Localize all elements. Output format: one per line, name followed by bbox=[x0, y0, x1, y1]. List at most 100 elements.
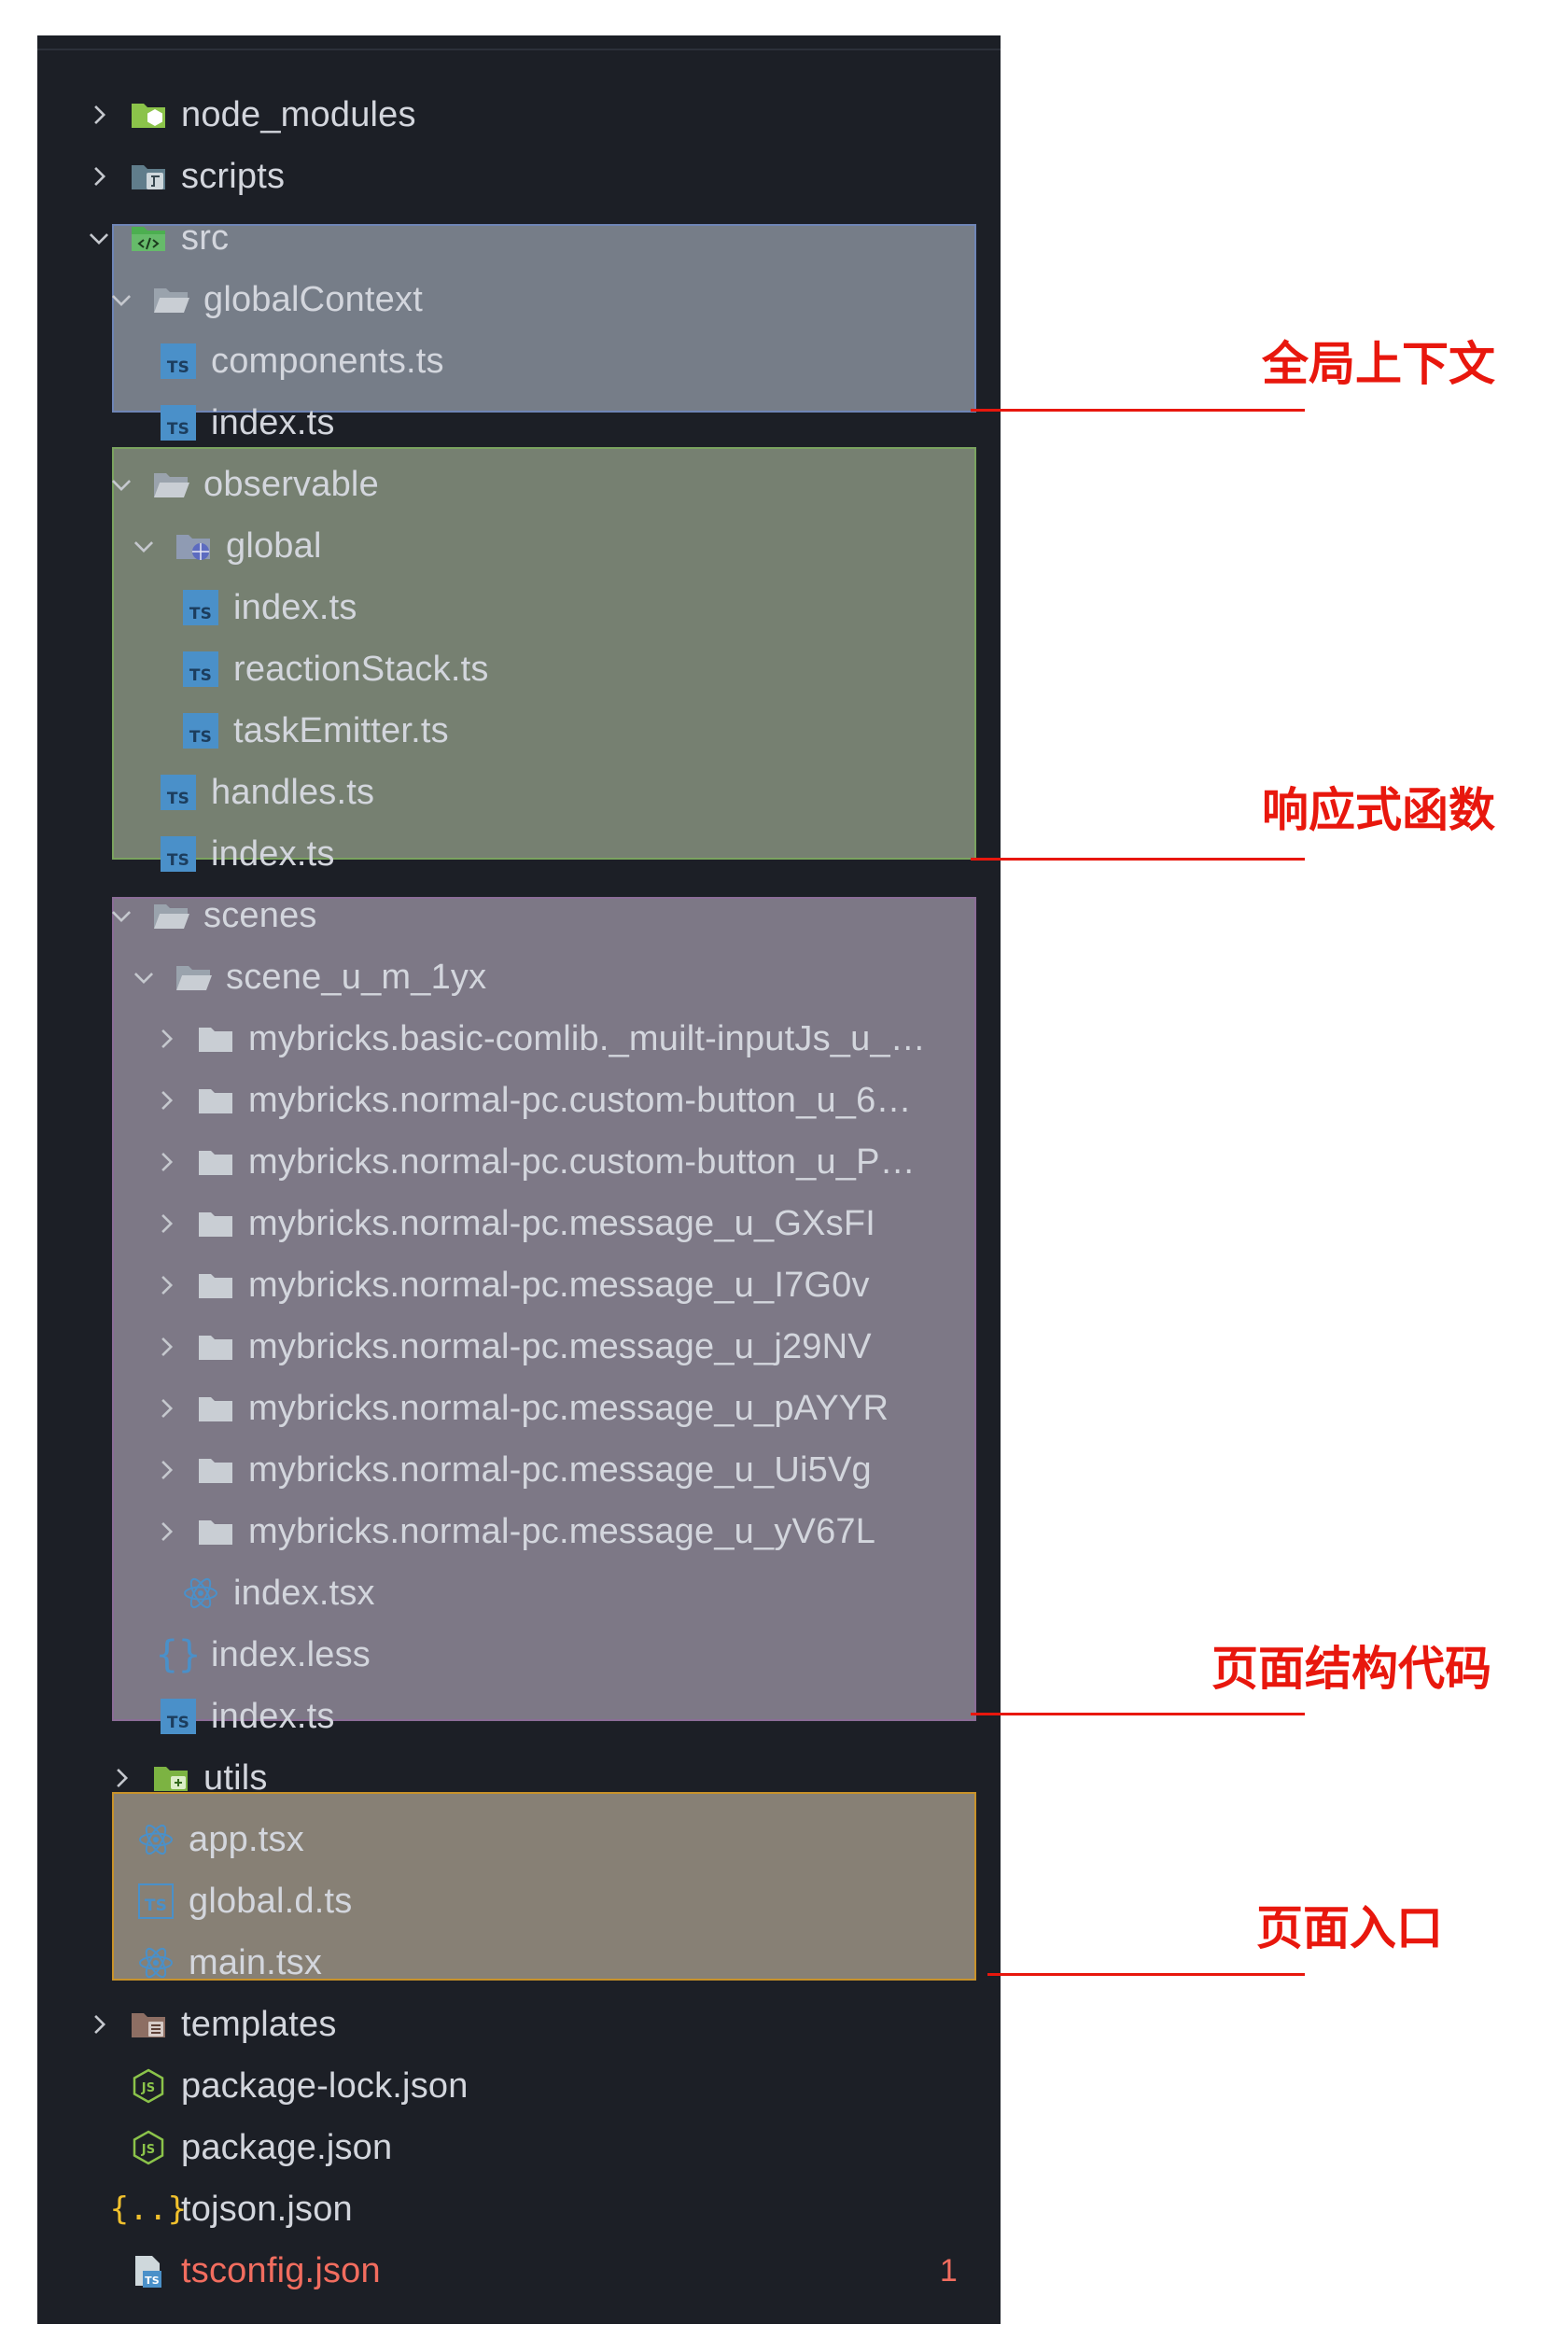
tree-item-utils[interactable]: utils bbox=[37, 1747, 1001, 1809]
chevron-right-icon bbox=[147, 1205, 185, 1242]
tree-item-global[interactable]: global bbox=[37, 515, 1001, 577]
typescript-file-icon: TS bbox=[181, 650, 220, 689]
tree-item-label: global bbox=[226, 525, 322, 566]
tree-item-label: components.ts bbox=[211, 341, 444, 381]
tree-item-label: index.ts bbox=[211, 1696, 335, 1736]
tree-item-scene-component[interactable]: mybricks.normal-pc.message_u_I7G0v bbox=[37, 1254, 1001, 1316]
tree-item-label: node_modules bbox=[181, 94, 416, 134]
tree-item-components-ts[interactable]: TS components.ts bbox=[37, 330, 1001, 392]
tree-item-label: main.tsx bbox=[189, 1942, 323, 1982]
tree-item-main-tsx[interactable]: main.tsx bbox=[37, 1932, 1001, 1994]
folder-templates-icon bbox=[129, 2005, 168, 2044]
nodejs-icon: JS bbox=[129, 2128, 168, 2167]
tree-item-label: mybricks.normal-pc.message_u_yV67L bbox=[248, 1511, 876, 1551]
tree-item-src[interactable]: src bbox=[37, 207, 1001, 269]
svg-text:TS: TS bbox=[145, 2275, 160, 2287]
annotation-line-reactive-functions bbox=[971, 858, 1305, 861]
tree-item-task-emitter-ts[interactable]: TS taskEmitter.ts bbox=[37, 700, 1001, 762]
tree-item-scripts[interactable]: scripts bbox=[37, 146, 1001, 207]
typescript-file-icon: TS bbox=[159, 1697, 198, 1736]
chevron-down-icon bbox=[125, 959, 162, 996]
folder-global-icon bbox=[174, 526, 213, 566]
tree-item-scene-component[interactable]: mybricks.normal-pc.message_u_j29NV bbox=[37, 1316, 1001, 1378]
typescript-file-icon: TS bbox=[159, 403, 198, 442]
tree-item-label: global.d.ts bbox=[189, 1881, 353, 1921]
folder-icon bbox=[196, 1327, 235, 1366]
typescript-file-icon: TS bbox=[159, 342, 198, 381]
tree-item-scene-component[interactable]: mybricks.normal-pc.message_u_Ui5Vg bbox=[37, 1439, 1001, 1501]
tree-item-package-lock-json[interactable]: JS package-lock.json bbox=[37, 2055, 1001, 2117]
tree-item-global-index-ts[interactable]: TS index.ts bbox=[37, 577, 1001, 638]
tree-item-scene-component[interactable]: mybricks.normal-pc.message_u_GXsFI bbox=[37, 1193, 1001, 1254]
tree-item-scenes-index-ts[interactable]: TS index.ts bbox=[37, 1686, 1001, 1747]
tree-item-label: tojson.json bbox=[181, 2189, 353, 2229]
tree-item-scene-index-tsx[interactable]: index.tsx bbox=[37, 1562, 1001, 1624]
json-icon: {..} bbox=[109, 2191, 188, 2228]
chevron-down-icon bbox=[103, 897, 140, 934]
tree-item-label: utils bbox=[203, 1757, 268, 1798]
tree-item-reaction-stack-ts[interactable]: TS reactionStack.ts bbox=[37, 638, 1001, 700]
chevron-right-icon bbox=[103, 1759, 140, 1797]
problems-count-badge: 1 bbox=[939, 2252, 958, 2289]
tree-item-label: reactionStack.ts bbox=[233, 649, 489, 689]
tree-item-scene-component[interactable]: mybricks.basic-comlib._muilt-inputJs_u_… bbox=[37, 1008, 1001, 1070]
folder-icon bbox=[196, 1204, 235, 1243]
tree-item-label: mybricks.normal-pc.message_u_Ui5Vg bbox=[248, 1449, 872, 1490]
folder-icon bbox=[196, 1450, 235, 1490]
folder-node-icon bbox=[129, 95, 168, 134]
chevron-down-icon bbox=[103, 281, 140, 318]
panel-top-divider bbox=[37, 49, 1001, 50]
folder-utils-icon bbox=[151, 1758, 190, 1798]
tree-item-label: scene_u_m_1yx bbox=[226, 957, 487, 997]
folder-scripts-icon bbox=[129, 157, 168, 196]
folder-icon bbox=[196, 1512, 235, 1551]
tree-item-label: templates bbox=[181, 2004, 337, 2044]
tree-item-index-less[interactable]: {} index.less bbox=[37, 1624, 1001, 1686]
annotation-line-global-context bbox=[971, 409, 1305, 412]
tree-item-scene-component[interactable]: mybricks.normal-pc.custom-button_u_P… bbox=[37, 1131, 1001, 1193]
tree-item-label: package-lock.json bbox=[181, 2065, 469, 2106]
tree-item-observable[interactable]: observable bbox=[37, 454, 1001, 515]
tree-item-label: src bbox=[181, 217, 230, 258]
tree-item-global-context[interactable]: globalContext bbox=[37, 269, 1001, 330]
annotation-line-page-entry bbox=[987, 1973, 1305, 1976]
tree-item-observable-index-ts[interactable]: TS index.ts bbox=[37, 823, 1001, 885]
tree-item-package-json[interactable]: JS package.json bbox=[37, 2117, 1001, 2178]
tree-item-global-d-ts[interactable]: TS global.d.ts bbox=[37, 1870, 1001, 1932]
svg-text:JS: JS bbox=[141, 2143, 156, 2157]
tree-item-label: index.ts bbox=[211, 402, 335, 442]
chevron-right-icon bbox=[147, 1082, 185, 1119]
chevron-down-icon bbox=[125, 527, 162, 565]
folder-icon bbox=[196, 1266, 235, 1305]
tree-item-label: app.tsx bbox=[189, 1819, 304, 1859]
tree-item-tsconfig-json[interactable]: TS tsconfig.json 1 bbox=[37, 2240, 1001, 2302]
tree-item-scene-folder[interactable]: scene_u_m_1yx bbox=[37, 946, 1001, 1008]
typescript-file-icon: TS bbox=[181, 588, 220, 627]
tree-item-node-modules[interactable]: node_modules bbox=[37, 84, 1001, 146]
svg-text:JS: JS bbox=[141, 2081, 156, 2095]
chevron-right-icon bbox=[147, 1143, 185, 1181]
tree-item-handles-ts[interactable]: TS handles.ts bbox=[37, 762, 1001, 823]
folder-icon bbox=[196, 1389, 235, 1428]
tree-item-label: observable bbox=[203, 464, 379, 504]
tree-item-label: index.tsx bbox=[233, 1573, 375, 1613]
tree-item-scene-component[interactable]: mybricks.normal-pc.message_u_pAYYR bbox=[37, 1378, 1001, 1439]
tree-item-scenes[interactable]: scenes bbox=[37, 885, 1001, 946]
tree-item-app-tsx[interactable]: app.tsx bbox=[37, 1809, 1001, 1870]
chevron-right-icon bbox=[80, 96, 118, 133]
chevron-down-icon bbox=[103, 466, 140, 503]
tree-item-scene-component[interactable]: mybricks.normal-pc.custom-button_u_6… bbox=[37, 1070, 1001, 1131]
tree-item-label: mybricks.basic-comlib._muilt-inputJs_u_… bbox=[248, 1018, 926, 1058]
tree-item-templates[interactable]: templates bbox=[37, 1994, 1001, 2055]
chevron-right-icon bbox=[147, 1390, 185, 1427]
tree-item-scene-component[interactable]: mybricks.normal-pc.message_u_yV67L bbox=[37, 1501, 1001, 1562]
tree-item-label: taskEmitter.ts bbox=[233, 710, 449, 750]
tree-item-label: handles.ts bbox=[211, 772, 375, 812]
typescript-file-icon: TS bbox=[159, 773, 198, 812]
tree-item-context-index-ts[interactable]: TS index.ts bbox=[37, 392, 1001, 454]
tree-item-label: scripts bbox=[181, 156, 286, 196]
typescript-file-icon: TS bbox=[181, 711, 220, 750]
tree-item-tojson-json[interactable]: {..} tojson.json bbox=[37, 2178, 1001, 2240]
tree-item-label: mybricks.normal-pc.message_u_pAYYR bbox=[248, 1388, 889, 1428]
tree-item-label: mybricks.normal-pc.message_u_I7G0v bbox=[248, 1265, 870, 1305]
